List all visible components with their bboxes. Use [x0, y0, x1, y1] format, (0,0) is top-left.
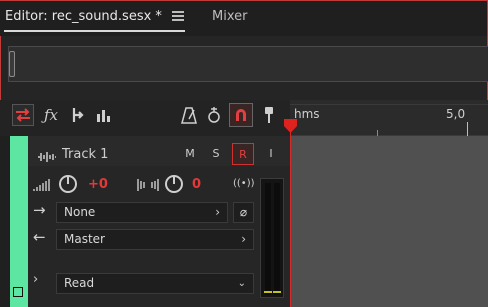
ruler-divider: [290, 104, 488, 105]
meter-channel-left: [265, 183, 271, 295]
meter-peak-left: [264, 291, 272, 293]
input-output-icon[interactable]: [12, 104, 34, 126]
pan-value[interactable]: 0: [192, 177, 201, 192]
expand-automation-icon[interactable]: ›: [33, 272, 38, 287]
track-select-checkbox[interactable]: [13, 287, 23, 297]
input-select[interactable]: None ›: [56, 202, 228, 223]
tab-mixer[interactable]: Mixer: [212, 9, 247, 24]
chevron-right-icon: ›: [241, 232, 246, 246]
meter-peak-right: [273, 291, 281, 293]
active-tab-indicator: [4, 30, 185, 32]
stereo-channel-icon[interactable]: ((•)): [233, 178, 255, 189]
output-select-value: Master: [64, 232, 105, 246]
volume-icon: [33, 177, 51, 191]
chevron-right-icon: ›: [215, 205, 220, 219]
metronome-icon[interactable]: [178, 104, 200, 126]
ruler-major-tick: [467, 122, 468, 136]
track-timeline[interactable]: [290, 136, 488, 307]
sends-icon[interactable]: [66, 104, 88, 126]
mute-button[interactable]: M: [182, 147, 198, 160]
zoom-navigator[interactable]: [8, 46, 488, 82]
loop-record-icon[interactable]: [203, 104, 225, 126]
chevron-down-icon: ⌄: [237, 278, 246, 289]
track-color-strip[interactable]: [10, 136, 28, 307]
fx-icon[interactable]: ƒx: [40, 104, 62, 126]
meter-channel-right: [274, 183, 280, 295]
zoom-navigator-handle[interactable]: [9, 51, 15, 77]
record-snap-icon[interactable]: [229, 103, 253, 127]
automation-mode-select[interactable]: Read ⌄: [56, 273, 254, 294]
eq-icon[interactable]: [93, 104, 115, 126]
tab-editor[interactable]: Editor: rec_sound.sesx *: [5, 9, 162, 24]
pin-icon[interactable]: [258, 104, 280, 126]
solo-button[interactable]: S: [208, 147, 224, 160]
phase-invert-button[interactable]: ⌀: [233, 202, 254, 223]
ruler-tick-label: 5,0: [446, 107, 466, 121]
record-arm-button[interactable]: R: [232, 143, 254, 165]
input-arrow-icon: →: [33, 201, 46, 219]
volume-knob[interactable]: [59, 175, 77, 193]
output-arrow-icon: ←: [33, 228, 46, 246]
playhead[interactable]: [290, 124, 291, 307]
volume-value[interactable]: +0: [88, 177, 108, 192]
waveform-track-icon: [37, 148, 57, 162]
output-select[interactable]: Master ›: [56, 229, 254, 250]
pan-knob[interactable]: [165, 175, 183, 193]
track-name[interactable]: Track 1: [62, 147, 108, 162]
playhead-marker-icon[interactable]: [284, 118, 297, 133]
input-monitor-button[interactable]: I: [263, 147, 279, 160]
pan-icon: [137, 177, 159, 191]
automation-mode-value: Read: [64, 276, 95, 290]
level-meter: [260, 178, 284, 298]
panel-menu-icon[interactable]: [172, 11, 184, 21]
ruler-unit-label: hms: [294, 107, 320, 121]
input-select-value: None: [64, 205, 96, 219]
